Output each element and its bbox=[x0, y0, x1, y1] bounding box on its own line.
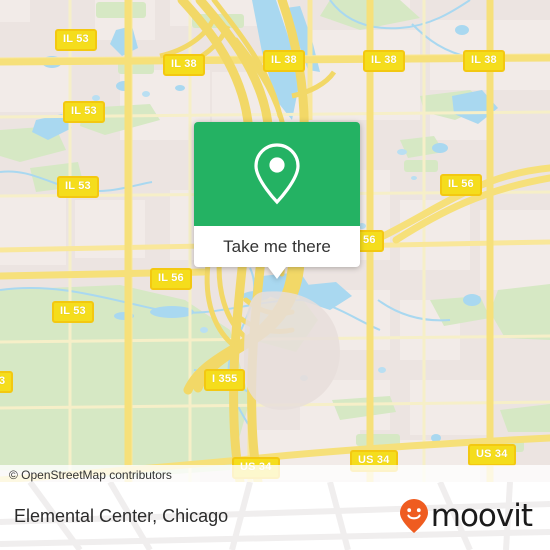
take-me-there-button[interactable]: Take me there bbox=[194, 226, 360, 267]
attribution-text[interactable]: © OpenStreetMap contributors bbox=[0, 468, 172, 482]
road-shield[interactable]: IL 56 bbox=[150, 268, 192, 290]
road-shield[interactable]: IL 38 bbox=[263, 50, 305, 72]
road-shield[interactable]: 3 bbox=[0, 371, 14, 393]
callout-pointer-tail bbox=[268, 267, 286, 279]
road-shield[interactable]: I 355 bbox=[204, 369, 246, 391]
road-shield[interactable]: IL 53 bbox=[55, 29, 97, 51]
moovit-logo[interactable]: moovit bbox=[399, 497, 533, 534]
road-shield[interactable]: IL 56 bbox=[440, 174, 482, 196]
location-pin-icon bbox=[194, 122, 360, 226]
road-shield[interactable]: US 34 bbox=[468, 444, 516, 466]
location-callout-card[interactable]: Take me there bbox=[194, 122, 360, 279]
moovit-map-card: IL 53 IL 38 IL 38 IL 38 IL 38 IL 53 IL 5… bbox=[0, 0, 550, 550]
moovit-smiley-pin-icon bbox=[399, 498, 429, 534]
road-shield[interactable]: IL 53 bbox=[57, 176, 99, 198]
place-title: Elemental Center, Chicago bbox=[14, 505, 229, 526]
map-attribution-bar: © OpenStreetMap contributors bbox=[0, 465, 550, 482]
footer-bar: Elemental Center, Chicago moovit bbox=[0, 482, 550, 550]
callout-header bbox=[194, 122, 360, 226]
take-me-there-label: Take me there bbox=[223, 236, 331, 256]
road-shield[interactable]: IL 38 bbox=[163, 54, 205, 76]
road-shield[interactable]: IL 38 bbox=[363, 50, 405, 72]
road-shield[interactable]: IL 53 bbox=[63, 101, 105, 123]
map-canvas[interactable]: IL 53 IL 38 IL 38 IL 38 IL 38 IL 53 IL 5… bbox=[0, 0, 550, 482]
road-shield[interactable]: IL 53 bbox=[52, 301, 94, 323]
road-shield[interactable]: IL 38 bbox=[463, 50, 505, 72]
moovit-wordmark: moovit bbox=[430, 497, 533, 534]
